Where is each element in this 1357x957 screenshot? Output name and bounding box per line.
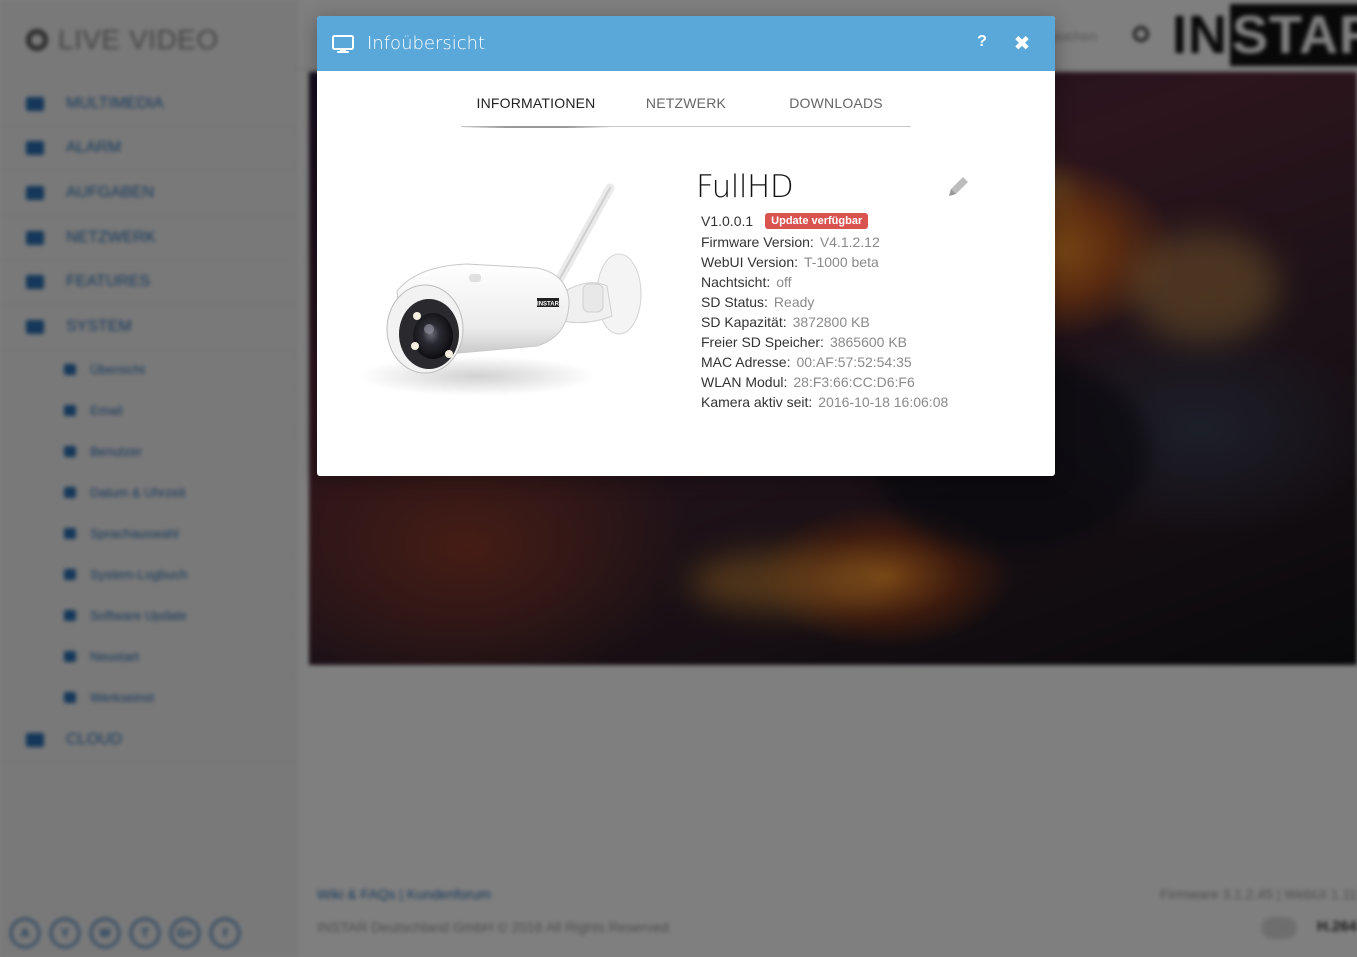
modal-title: Infoübersicht: [367, 33, 486, 54]
device-name: FullHD: [696, 169, 794, 205]
info-label: WLAN Modul:: [701, 374, 788, 390]
close-button[interactable]: ✖: [1013, 31, 1031, 56]
info-value: T-1000 beta: [804, 254, 879, 270]
update-badge[interactable]: Update verfügbar: [765, 213, 869, 229]
info-value: 28:F3:66:CC:D6:F6: [793, 374, 915, 390]
monitor-icon: [332, 34, 354, 53]
info-row-sd-capacity: SD Kapazität: 3872800 KB: [701, 312, 948, 332]
info-value: 3872800 KB: [792, 314, 870, 330]
version-number: V1.0.0.1: [701, 213, 754, 229]
active-tab-indicator: [461, 126, 611, 128]
info-row-sd-free: Freier SD Speicher: 3865600 KB: [701, 332, 948, 352]
info-label: Kamera aktiv seit:: [701, 394, 813, 410]
info-row-sd-status: SD Status: Ready: [701, 292, 948, 312]
info-row-firmware: Firmware Version: V4.1.2.12: [701, 232, 948, 252]
info-label: SD Kapazität:: [701, 314, 787, 330]
info-label: Nachtsicht:: [701, 274, 771, 290]
info-row-webui: WebUI Version: T-1000 beta: [701, 252, 948, 272]
info-value: 00:AF:57:52:54:35: [796, 354, 912, 370]
tab-downloads[interactable]: DOWNLOADS: [761, 87, 911, 126]
info-value: off: [776, 274, 792, 290]
tab-informationen[interactable]: INFORMATIONEN: [461, 87, 611, 126]
info-row-mac: MAC Adresse: 00:AF:57:52:54:35: [701, 352, 948, 372]
info-modal: Infoübersicht ? ✖ INFORMATIONEN NETZWERK…: [317, 16, 1055, 476]
info-row-nachtsicht: Nachtsicht: off: [701, 272, 948, 292]
info-value: 2016-10-18 16:06:08: [818, 394, 949, 410]
info-row-uptime: Kamera aktiv seit: 2016-10-18 16:06:08: [701, 392, 948, 412]
info-label: Freier SD Speicher:: [701, 334, 824, 350]
modal-header: Infoübersicht ? ✖: [317, 16, 1055, 71]
camera-product-image: INSTAR: [357, 183, 642, 396]
info-value: V4.1.2.12: [819, 234, 880, 250]
info-label: MAC Adresse:: [701, 354, 791, 370]
info-value: 3865600 KB: [829, 334, 908, 350]
tab-netzwerk[interactable]: NETZWERK: [611, 87, 761, 126]
pencil-edit-icon[interactable]: [944, 173, 972, 201]
info-row-wlan: WLAN Modul: 28:F3:66:CC:D6:F6: [701, 372, 948, 392]
device-info-list: Firmware Version: V4.1.2.12 WebUI Version…: [701, 232, 948, 412]
info-value: Ready: [773, 294, 815, 310]
modal-tabs: INFORMATIONEN NETZWERK DOWNLOADS: [461, 87, 911, 127]
camera-brand-label: INSTAR: [537, 302, 560, 308]
info-label: SD Status:: [701, 294, 768, 310]
help-button[interactable]: ?: [974, 33, 990, 51]
info-label: Firmware Version:: [701, 234, 814, 250]
version-row: V1.0.0.1 Update verfügbar: [701, 213, 869, 229]
info-label: WebUI Version:: [701, 254, 799, 270]
